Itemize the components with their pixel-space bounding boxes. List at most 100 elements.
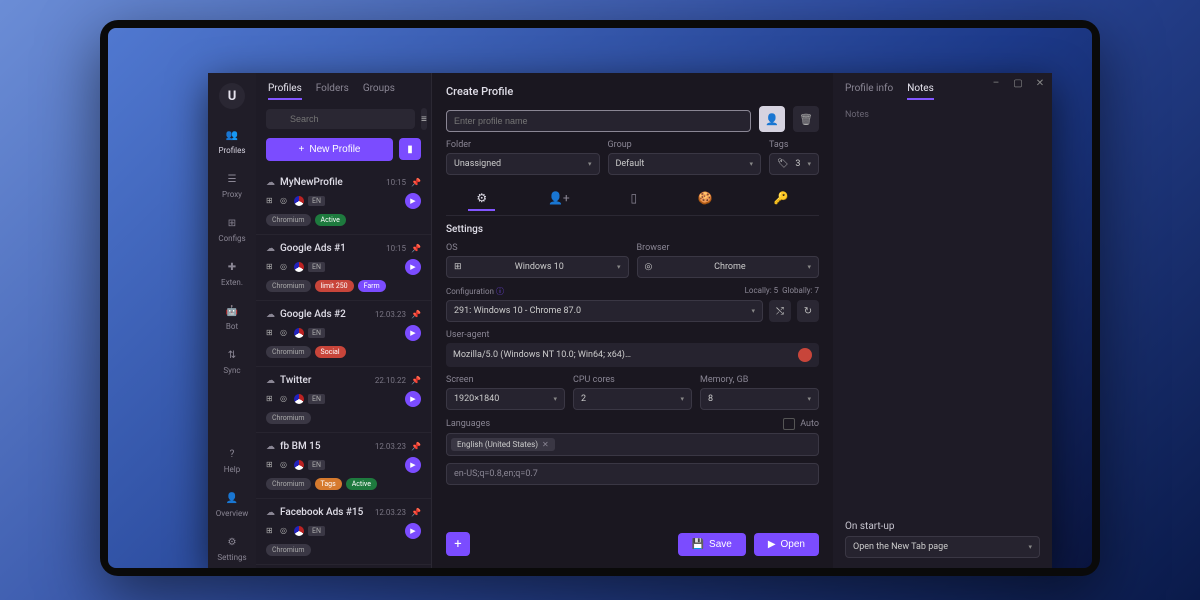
launch-button[interactable]: ▶ (405, 193, 421, 209)
save-icon: 💾 (692, 539, 704, 550)
tab-overview[interactable]: ⚙ (468, 187, 495, 211)
save-button[interactable]: 💾Save (678, 533, 746, 556)
browser-select[interactable]: ◎Chrome▾ (637, 256, 820, 278)
chrome-icon: ◎ (280, 526, 290, 536)
browser-pill: Chromium (266, 280, 311, 292)
group-select[interactable]: Default▾ (608, 153, 762, 175)
close-button[interactable]: ✕ (1034, 77, 1046, 89)
profile-date: 10:15 (386, 244, 406, 253)
flag-icon (294, 526, 304, 536)
new-profile-menu-button[interactable]: ▮ (399, 138, 421, 160)
ua-status-icon[interactable] (798, 348, 812, 362)
lang-chip-box[interactable]: English (United States)✕ (446, 433, 819, 456)
cloud-icon: ☁ (266, 442, 275, 452)
refresh-icon: ↻ (804, 306, 812, 317)
search-input[interactable] (266, 109, 415, 129)
nav-help[interactable]: ?Help (210, 440, 254, 480)
memory-select[interactable]: 8▾ (700, 388, 819, 410)
cookie-icon: 🍪 (698, 191, 713, 205)
sort-button[interactable]: ≡ (421, 108, 427, 130)
profile-item[interactable]: ☁ fb BM 12 12.03.23 📌 ⊞ ◎ ▶ (256, 565, 431, 568)
nav-profiles[interactable]: 👥Profiles (210, 121, 254, 161)
profile-list[interactable]: ☁ MyNewProfile 10:15 📌 ⊞ ◎ EN ▶ Chromium… (256, 169, 431, 568)
launch-button[interactable]: ▶ (405, 391, 421, 407)
tags-select[interactable]: 🏷3▾ (769, 153, 819, 175)
info-icon[interactable]: ⓘ (496, 287, 504, 296)
profile-list-column: Profiles Folders Groups ≡ ▼ +New Profile… (256, 73, 432, 568)
os-value: Windows 10 (515, 262, 564, 272)
profile-item[interactable]: ☁ fb BM 15 12.03.23 📌 ⊞ ◎ EN ▶ Chromium … (256, 433, 431, 499)
folder-select[interactable]: Unassigned▾ (446, 153, 600, 175)
startup-value: Open the New Tab page (853, 542, 948, 552)
cpu-select[interactable]: 2▾ (573, 388, 692, 410)
sort-icon: ≡ (421, 114, 427, 125)
shuffle-icon: ⤭ (776, 306, 784, 317)
person-plus-icon: 👤+ (548, 191, 570, 205)
startup-select[interactable]: Open the New Tab page▾ (845, 536, 1040, 558)
tab-cookies[interactable]: 🍪 (690, 187, 721, 211)
tab-notes[interactable]: Notes (907, 83, 934, 100)
nav-bot[interactable]: 🤖Bot (210, 297, 254, 337)
tab-folders[interactable]: Folders (316, 83, 349, 100)
add-more-button[interactable]: + (446, 532, 470, 556)
config-select[interactable]: 291: Windows 10 - Chrome 87.0▾ (446, 300, 763, 322)
group-value: Default (616, 159, 645, 169)
launch-button[interactable]: ▶ (405, 259, 421, 275)
delete-button[interactable]: 🗑 (793, 106, 819, 132)
profile-item[interactable]: ☁ MyNewProfile 10:15 📌 ⊞ ◎ EN ▶ Chromium… (256, 169, 431, 235)
profile-name-input[interactable] (446, 110, 751, 132)
launch-button[interactable]: ▶ (405, 457, 421, 473)
tab-fingerprint[interactable]: 👤+ (540, 187, 578, 211)
notes-textarea[interactable]: Notes (845, 110, 1040, 521)
cloud-icon: ☁ (266, 376, 275, 386)
windows-icon: ⊞ (266, 262, 276, 272)
ua-label: User-agent (446, 330, 819, 340)
chevron-down-icon: ▾ (807, 395, 811, 403)
tags-count: 3 (795, 159, 800, 169)
maximize-button[interactable]: ▢ (1012, 77, 1024, 89)
shuffle-button[interactable]: ⤭ (769, 300, 791, 322)
launch-button[interactable]: ▶ (405, 523, 421, 539)
chevron-down-icon: ▾ (680, 395, 684, 403)
lang-badge: EN (308, 394, 325, 404)
open-button[interactable]: ▶Open (754, 533, 819, 556)
tab-profiles[interactable]: Profiles (268, 83, 302, 100)
nav-sync[interactable]: ⇅Sync (210, 341, 254, 381)
profile-item[interactable]: ☁ Facebook Ads #15 12.03.23 📌 ⊞ ◎ EN ▶ C… (256, 499, 431, 565)
tab-profile-info[interactable]: Profile info (845, 83, 893, 100)
profile-item[interactable]: ☁ Twitter 22.10.22 📌 ⊞ ◎ EN ▶ Chromium (256, 367, 431, 433)
lang-badge: EN (308, 262, 325, 272)
nav-overview[interactable]: 👤Overview (210, 484, 254, 524)
os-select[interactable]: ⊞Windows 10▾ (446, 256, 629, 278)
auto-checkbox[interactable] (783, 418, 795, 430)
nav-settings[interactable]: ⚙Settings (210, 528, 254, 568)
nav-proxy[interactable]: ☰Proxy (210, 165, 254, 205)
mem-label: Memory, GB (700, 375, 819, 385)
avatar-icon: 👤 (765, 113, 779, 126)
profile-item[interactable]: ☁ Google Ads #1 10:15 📌 ⊞ ◎ EN ▶ Chromiu… (256, 235, 431, 301)
tab-storage[interactable]: ▯ (622, 187, 645, 211)
windows-icon: ⊞ (266, 460, 276, 470)
screen-select[interactable]: 1920×1840▾ (446, 388, 565, 410)
refresh-button[interactable]: ↻ (797, 300, 819, 322)
profile-name: Facebook Ads #15 (280, 507, 370, 518)
tag-icon: 🏷 (777, 159, 788, 169)
notes-panel: Profile info Notes Notes On start-up Ope… (833, 73, 1052, 568)
lang-label: Languages (446, 419, 490, 429)
pin-icon: 📌 (411, 442, 421, 451)
nav-extensions[interactable]: ✚Exten. (210, 253, 254, 293)
people-icon: 👥 (224, 127, 240, 143)
avatar-button[interactable]: 👤 (759, 106, 785, 132)
minimize-button[interactable]: – (990, 77, 1002, 89)
configs-icon: ⊞ (224, 215, 240, 231)
trash-icon: 🗑 (799, 113, 813, 126)
browser-pill: Chromium (266, 214, 311, 226)
chip-remove-icon[interactable]: ✕ (542, 440, 549, 449)
tab-advanced[interactable]: 🔑 (766, 187, 797, 211)
tab-groups[interactable]: Groups (363, 83, 395, 100)
profile-item[interactable]: ☁ Google Ads #2 12.03.23 📌 ⊞ ◎ EN ▶ Chro… (256, 301, 431, 367)
nav-configs[interactable]: ⊞Configs (210, 209, 254, 249)
nav-label: Exten. (221, 278, 243, 287)
new-profile-button[interactable]: +New Profile (266, 138, 393, 161)
launch-button[interactable]: ▶ (405, 325, 421, 341)
